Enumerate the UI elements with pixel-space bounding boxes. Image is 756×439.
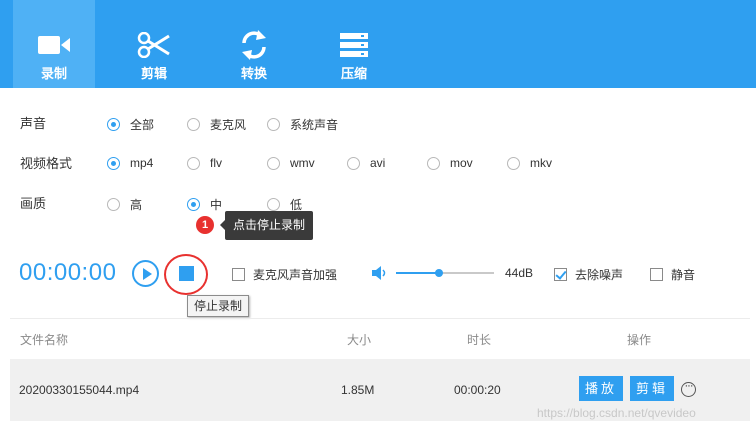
radio-label: mkv — [530, 156, 552, 170]
file-duration: 00:00:20 — [454, 383, 501, 397]
play-button[interactable]: 播放 — [579, 376, 624, 401]
video-camera-icon — [13, 27, 95, 63]
radio-label: mp4 — [130, 156, 154, 170]
radio-label: 系统声音 — [290, 118, 339, 132]
stop-record-button[interactable] — [179, 266, 194, 281]
column-header-action: 操作 — [627, 333, 652, 347]
tab-label: 剪辑 — [140, 66, 167, 81]
radio-dot — [267, 156, 280, 170]
watermark: https://blog.csdn.net/qvevideo — [537, 406, 696, 420]
checkbox-label: 去除噪声 — [575, 268, 624, 282]
radio-label: flv — [210, 156, 222, 170]
radio-dot — [107, 198, 120, 211]
radio-quality-medium[interactable]: 中 — [187, 196, 222, 213]
radio-format-mkv[interactable]: mkv — [507, 156, 552, 170]
radio-dot — [187, 156, 200, 170]
tab-label: 转换 — [240, 66, 267, 81]
radio-format-flv[interactable]: flv — [187, 156, 222, 170]
radio-dot — [507, 156, 520, 170]
quality-label: 画质 — [20, 196, 47, 211]
volume-value: 44dB — [505, 266, 534, 280]
tab-convert[interactable]: 转换 — [213, 0, 295, 88]
radio-label: wmv — [290, 156, 315, 170]
file-size: 1.85M — [341, 383, 375, 397]
convert-icon — [213, 27, 295, 63]
compress-icon — [313, 27, 395, 63]
column-header-size: 大小 — [347, 333, 372, 347]
radio-dot — [187, 118, 200, 131]
edit-button[interactable]: 剪辑 — [630, 376, 675, 401]
hint-tooltip: 点击停止录制 — [219, 211, 314, 240]
radio-label: 中 — [210, 198, 223, 212]
play-icon[interactable] — [132, 260, 159, 287]
radio-format-wmv[interactable]: wmv — [267, 156, 315, 170]
file-name: 20200330155044.mp4 — [19, 383, 140, 397]
radio-sound-all[interactable]: 全部 — [107, 116, 154, 133]
radio-label: 全部 — [130, 118, 155, 132]
radio-dot — [427, 156, 440, 170]
checkbox-label: 静音 — [671, 268, 696, 282]
radio-format-mp4[interactable]: mp4 — [107, 156, 153, 170]
checkbox-label: 麦克风声音加强 — [253, 268, 338, 282]
volume-knob[interactable] — [435, 269, 444, 277]
format-label: 视频格式 — [20, 156, 73, 171]
stop-tooltip: 停止录制 — [187, 295, 250, 317]
recording-timer: 00:00:00 — [19, 259, 117, 286]
radio-dot — [187, 198, 200, 211]
radio-sound-system[interactable]: 系统声音 — [267, 116, 338, 133]
radio-sound-mic[interactable]: 麦克风 — [187, 116, 246, 133]
volume-fill — [396, 272, 440, 274]
denoise-checkbox[interactable]: 去除噪声 — [554, 266, 623, 283]
radio-dot — [107, 156, 120, 170]
tab-label: 录制 — [40, 66, 67, 81]
radio-format-avi[interactable]: avi — [347, 156, 385, 170]
radio-label: mov — [450, 156, 473, 170]
radio-quality-high[interactable]: 高 — [107, 196, 142, 213]
tab-compress[interactable]: 压缩 — [313, 0, 395, 88]
more-icon[interactable] — [681, 380, 696, 397]
radio-dot — [267, 198, 280, 211]
tab-record[interactable]: 录制 — [13, 0, 95, 88]
speaker-icon[interactable] — [371, 264, 389, 285]
column-header-name: 文件名称 — [20, 333, 69, 347]
sound-label: 声音 — [20, 116, 47, 131]
step-badge: 1 — [196, 216, 214, 234]
radio-format-mov[interactable]: mov — [427, 156, 473, 170]
checkbox-box — [232, 268, 245, 281]
mic-boost-checkbox[interactable]: 麦克风声音加强 — [232, 266, 337, 283]
mute-checkbox[interactable]: 静音 — [650, 266, 695, 283]
tab-edit[interactable]: 剪辑 — [113, 0, 195, 88]
file-table-header: 文件名称 大小 时长 操作 — [10, 318, 750, 358]
radio-label: 麦克风 — [210, 118, 247, 132]
radio-dot — [267, 118, 280, 131]
radio-dot — [107, 118, 120, 131]
tab-label: 压缩 — [340, 66, 367, 81]
checkbox-box — [554, 268, 567, 281]
radio-label: avi — [370, 156, 386, 170]
radio-label: 高 — [130, 198, 143, 212]
top-toolbar: 录制 剪辑 转换 压缩 — [0, 0, 756, 88]
checkbox-box — [650, 268, 663, 281]
column-header-duration: 时长 — [467, 333, 492, 347]
volume-slider[interactable] — [396, 269, 494, 277]
radio-dot — [347, 156, 360, 170]
scissors-icon — [113, 27, 195, 63]
